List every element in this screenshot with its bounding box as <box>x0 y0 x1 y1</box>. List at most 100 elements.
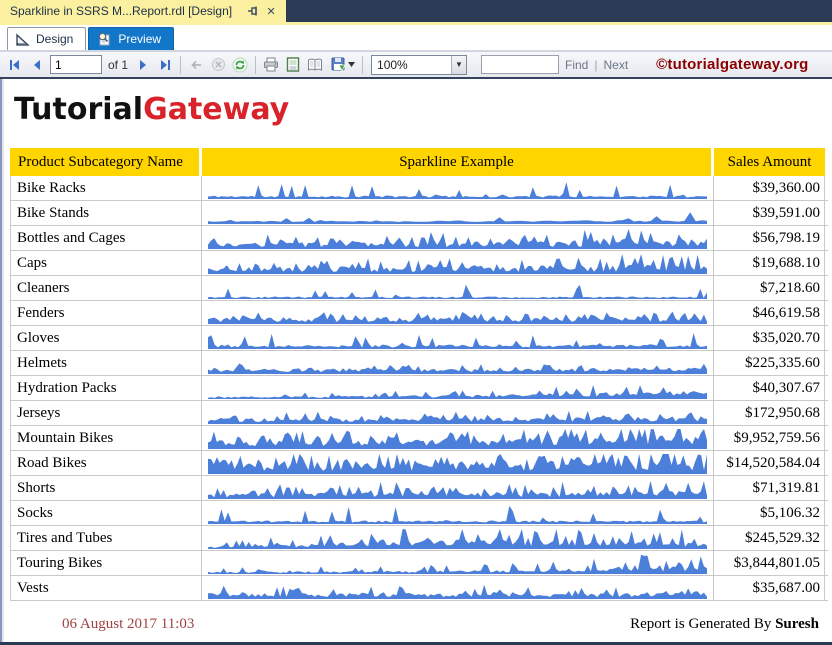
page-setup-button[interactable] <box>304 54 326 76</box>
sales-amount-cell: $71,319.81 <box>714 476 825 500</box>
back-button[interactable] <box>185 54 207 76</box>
previous-page-button[interactable] <box>26 54 48 76</box>
zoom-value: 100% <box>372 58 451 72</box>
table-row: Bike Racks$39,360.00 <box>10 176 828 201</box>
table-row: Bike Stands$39,591.00 <box>10 201 828 226</box>
table-row: Cleaners$7,218.60 <box>10 276 828 301</box>
design-ruler-icon <box>16 33 30 46</box>
document-tab-title: Sparkline in SSRS M...Report.rdl [Design… <box>10 4 232 18</box>
table-row: Shorts $71,319.81 <box>10 476 828 501</box>
subcategory-name-cell: Vests <box>10 576 202 600</box>
subcategory-name-cell: Caps <box>10 251 202 275</box>
tab-preview[interactable]: Preview <box>88 27 174 50</box>
first-page-button[interactable] <box>4 54 26 76</box>
sparkline-cell <box>202 251 714 275</box>
last-page-button[interactable] <box>154 54 176 76</box>
subcategory-name-cell: Mountain Bikes <box>10 426 202 450</box>
subcategory-name-cell: Tires and Tubes <box>10 526 202 550</box>
print-button[interactable] <box>260 54 282 76</box>
find-link[interactable]: Find <box>565 58 588 72</box>
sales-amount-cell: $172,950.68 <box>714 401 825 425</box>
find-next-separator: | <box>594 58 597 72</box>
subcategory-name-cell: Bottles and Cages <box>10 226 202 250</box>
sparkline-cell <box>202 351 714 375</box>
sparkline-cell <box>202 576 714 600</box>
sales-amount-cell: $19,688.10 <box>714 251 825 275</box>
sparkline-cell <box>202 176 714 200</box>
document-tab-strip: Sparkline in SSRS M...Report.rdl [Design… <box>0 0 832 22</box>
table-row: Vests $35,687.00 <box>10 576 828 601</box>
pin-icon[interactable] <box>246 4 260 18</box>
find-next-link[interactable]: Next <box>603 58 628 72</box>
report-generated-by: Report is Generated By Suresh <box>630 616 819 633</box>
logo-tutorial-text: Tutorial <box>14 92 143 127</box>
sales-amount-cell: $56,798.19 <box>714 226 825 250</box>
sparkline-chart <box>208 278 707 299</box>
sparkline-cell <box>202 551 714 575</box>
sparkline-cell <box>202 476 714 500</box>
sparkline-cell <box>202 276 714 300</box>
sparkline-chart <box>208 403 707 424</box>
sales-amount-cell: $39,591.00 <box>714 201 825 225</box>
document-tab[interactable]: Sparkline in SSRS M...Report.rdl [Design… <box>0 0 286 22</box>
sparkline-chart <box>208 553 707 574</box>
sparkline-cell <box>202 401 714 425</box>
table-row: Fenders$46,619.58 <box>10 301 828 326</box>
header-sparkline-example: Sparkline Example <box>202 148 714 176</box>
sparkline-chart <box>208 503 707 524</box>
next-page-button[interactable] <box>132 54 154 76</box>
print-layout-button[interactable] <box>282 54 304 76</box>
zoom-dropdown-arrow-icon[interactable]: ▼ <box>451 56 466 74</box>
sales-amount-cell: $35,020.70 <box>714 326 825 350</box>
zoom-combobox[interactable]: 100% ▼ <box>371 55 467 75</box>
sparkline-cell <box>202 326 714 350</box>
table-row: Hydration Packs$40,307.67 <box>10 376 828 401</box>
subcategory-name-cell: Helmets <box>10 351 202 375</box>
sales-amount-cell: $40,307.67 <box>714 376 825 400</box>
subcategory-name-cell: Shorts <box>10 476 202 500</box>
refresh-button[interactable] <box>229 54 251 76</box>
sales-amount-cell: $46,619.58 <box>714 301 825 325</box>
sparkline-chart <box>208 253 707 274</box>
sales-amount-cell: $35,687.00 <box>714 576 825 600</box>
sparkline-chart <box>208 578 707 599</box>
subcategory-name-cell: Bike Racks <box>10 176 202 200</box>
close-icon[interactable]: ✕ <box>264 4 278 18</box>
find-text-input[interactable] <box>481 55 559 74</box>
table-row: Tires and Tubes$245,529.32 <box>10 526 828 551</box>
report-date: 06 August 2017 11:03 <box>62 616 194 633</box>
header-sales-amount: Sales Amount <box>714 148 825 176</box>
report-footer: 06 August 2017 11:03 Report is Generated… <box>2 616 832 633</box>
sparkline-cell <box>202 226 714 250</box>
sparkline-chart <box>208 478 707 499</box>
sales-amount-cell: $14,520,584.04 <box>714 451 825 475</box>
sparkline-chart <box>208 328 707 349</box>
report-toolbar: of 1 100% <box>0 51 832 79</box>
sparkline-cell <box>202 426 714 450</box>
page-number-input[interactable] <box>50 55 102 74</box>
table-row: Touring Bikes$3,844,801.05 <box>10 551 828 576</box>
tutorialgateway-logo: TutorialGateway <box>14 92 832 127</box>
sparkline-chart <box>208 528 707 549</box>
toolbar-separator <box>362 56 363 74</box>
subcategory-name-cell: Gloves <box>10 326 202 350</box>
sparkline-chart <box>208 353 707 374</box>
subcategory-name-cell: Socks <box>10 501 202 525</box>
sparkline-chart <box>208 428 707 449</box>
table-header-row: Product Subcategory Name Sparkline Examp… <box>10 148 828 176</box>
toolbar-separator <box>180 56 181 74</box>
sales-amount-cell: $5,106.32 <box>714 501 825 525</box>
sparkline-cell <box>202 501 714 525</box>
sales-amount-cell: $7,218.60 <box>714 276 825 300</box>
export-button[interactable] <box>326 54 358 76</box>
sparkline-cell <box>202 201 714 225</box>
page-count-label: of 1 <box>108 58 128 72</box>
sparkline-report-table: Product Subcategory Name Sparkline Examp… <box>10 148 828 601</box>
header-product-subcategory: Product Subcategory Name <box>10 148 202 176</box>
table-row: Road Bikes$14,520,584.04 <box>10 451 828 476</box>
stop-rendering-button[interactable] <box>207 54 229 76</box>
sparkline-cell <box>202 301 714 325</box>
sparkline-chart <box>208 303 707 324</box>
toolbar-separator <box>255 56 256 74</box>
tab-design[interactable]: Design <box>7 27 86 50</box>
